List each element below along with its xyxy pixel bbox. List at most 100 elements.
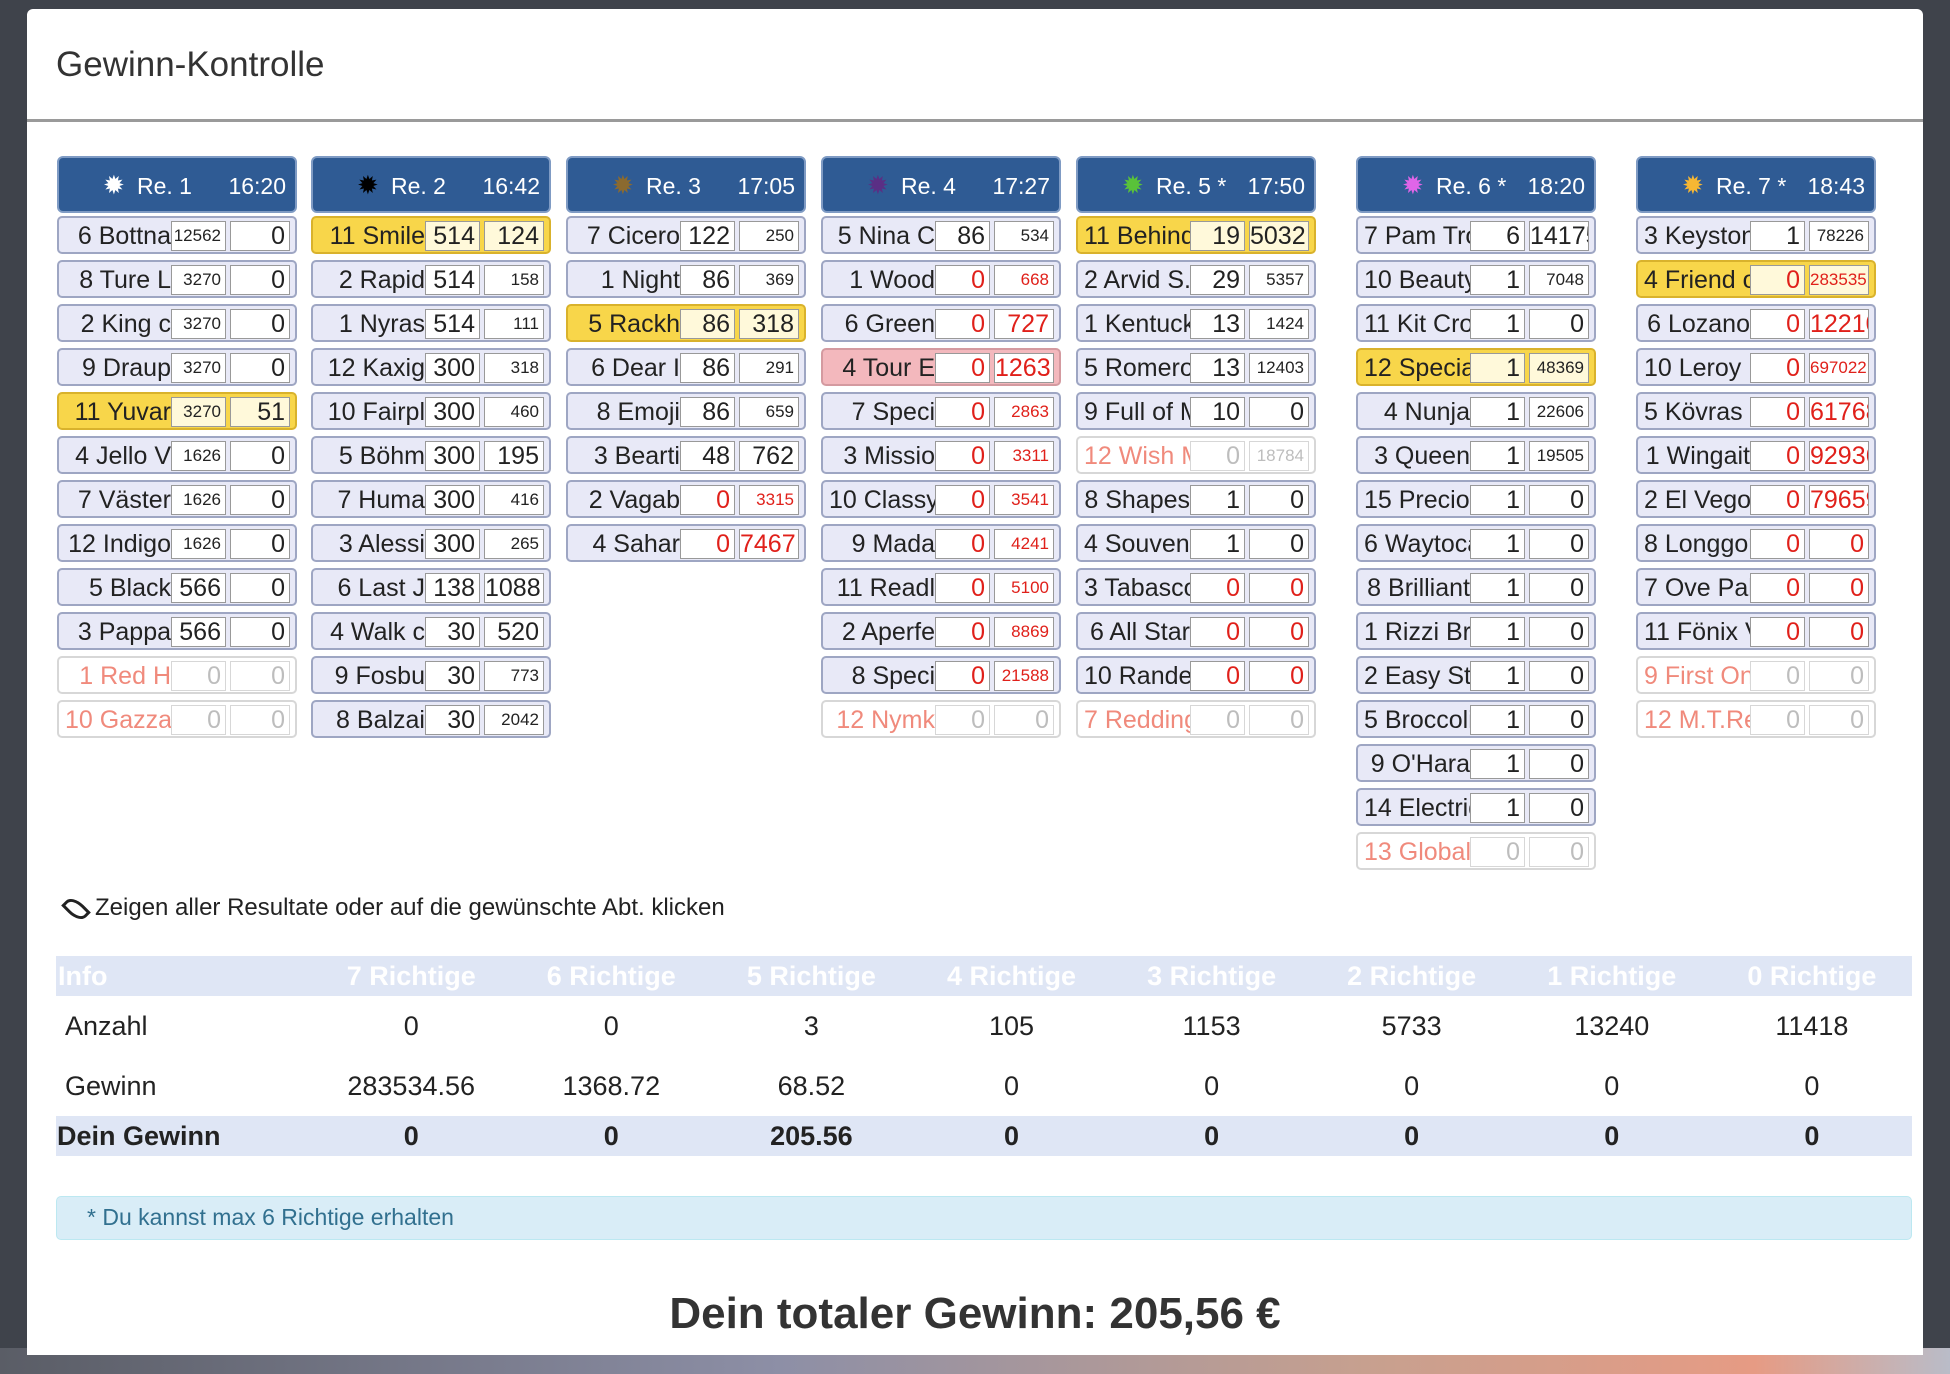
horse-row[interactable]: 11 Behind I195032 — [1076, 216, 1316, 254]
horse-row[interactable]: 4 Nunja 1 22606 — [1356, 392, 1596, 430]
horse-row[interactable]: 4 Jello V 1626 0 — [57, 436, 297, 474]
race-header[interactable]: ✹ Re. 2 16:42 — [311, 156, 551, 213]
horse-row[interactable]: 12 Special C148369 — [1356, 348, 1596, 386]
horse-row[interactable]: 2 Easy Sta10 — [1356, 656, 1596, 694]
horse-row[interactable]: 9 Draup 3270 0 — [57, 348, 297, 386]
value-box-1: 1 — [1190, 529, 1245, 559]
horse-row[interactable]: 3 Pappa 566 0 — [57, 612, 297, 650]
horse-row[interactable]: 1 Wingait0929363 — [1636, 436, 1876, 474]
race-header[interactable]: ✹ Re. 5 * 17:50 — [1076, 156, 1316, 213]
horse-row[interactable]: 12 M.T.Ree00 — [1636, 700, 1876, 738]
horse-row[interactable]: 11 Fönix Va00 — [1636, 612, 1876, 650]
race-header[interactable]: ✹ Re. 6 * 18:20 — [1356, 156, 1596, 213]
horse-row[interactable]: 3 Bearti 48 762 — [566, 436, 806, 474]
horse-row[interactable]: 5 Nina C 86 534 — [821, 216, 1061, 254]
horse-row[interactable]: 10 Leroy Bo0697022 — [1636, 348, 1876, 386]
horse-row[interactable]: 5 Broccoli 1 0 — [1356, 700, 1596, 738]
horse-row[interactable]: 11 Readl 0 5100 — [821, 568, 1061, 606]
value-box-2: 0 — [1809, 617, 1869, 647]
horse-row[interactable]: 5 Black 566 0 — [57, 568, 297, 606]
horse-row[interactable]: 6 Last J 138 1088 — [311, 568, 551, 606]
horse-row[interactable]: 1 Kentuck 13 1424 — [1076, 304, 1316, 342]
horse-row[interactable]: 2 Aperfe 0 8869 — [821, 612, 1061, 650]
horse-row[interactable]: 1 Wood 0 668 — [821, 260, 1061, 298]
horse-row[interactable]: 8 Balzai 30 2042 — [311, 700, 551, 738]
horse-row[interactable]: 4 Friend o 0 283535 — [1636, 260, 1876, 298]
horse-row[interactable]: 7 Ove Pale00 — [1636, 568, 1876, 606]
horse-row[interactable]: 8 Emoji 86 659 — [566, 392, 806, 430]
horse-row[interactable]: 11 Yuvar 3270 51 — [57, 392, 297, 430]
horse-row[interactable]: 1 Red H00 — [57, 656, 297, 694]
horse-row[interactable]: 15 Precious10 — [1356, 480, 1596, 518]
race-header[interactable]: ✹ Re. 4 17:27 — [821, 156, 1061, 213]
horse-row[interactable]: 3 Tabasco 0 0 — [1076, 568, 1316, 606]
horse-row[interactable]: 4 Sahar 0 7467 — [566, 524, 806, 562]
horse-row[interactable]: 5 Böhm 300 195 — [311, 436, 551, 474]
horse-row[interactable]: 5 Kövras J0617681 — [1636, 392, 1876, 430]
horse-row[interactable]: 12 Indigo 1626 0 — [57, 524, 297, 562]
show-all-results-link[interactable]: Zeigen aller Resultate oder auf die gewü… — [61, 894, 725, 924]
race-star-icon: ✹ — [1402, 170, 1424, 200]
horse-row[interactable]: 6 Green 0 727 — [821, 304, 1061, 342]
horse-row[interactable]: 9 First One00 — [1636, 656, 1876, 694]
value-box-2: 773 — [484, 661, 544, 691]
horse-row[interactable]: 12 Kaxig 300 318 — [311, 348, 551, 386]
horse-row[interactable]: 12 Nymk 0 0 — [821, 700, 1061, 738]
horse-row[interactable]: 2 King c 3270 0 — [57, 304, 297, 342]
horse-row[interactable]: 6 Dear I 86 291 — [566, 348, 806, 386]
horse-row[interactable]: 7 Väster 1626 0 — [57, 480, 297, 518]
value-box-1: 30 — [425, 661, 480, 691]
horse-row[interactable]: 7 Speci 0 2863 — [821, 392, 1061, 430]
horse-row[interactable]: 10 Beauty S17048 — [1356, 260, 1596, 298]
race-header[interactable]: ✹ Re. 1 16:20 — [57, 156, 297, 213]
horse-row[interactable]: 9 Mada 0 4241 — [821, 524, 1061, 562]
horse-row[interactable]: 1 Nyras 514 111 — [311, 304, 551, 342]
horse-row[interactable]: 9 Full of M 10 0 — [1076, 392, 1316, 430]
row-label: Dein Gewinn — [56, 1116, 312, 1156]
horse-row[interactable]: 1 Night 86 369 — [566, 260, 806, 298]
value-box-2: 2042 — [484, 705, 544, 735]
horse-row[interactable]: 2 Rapid 514 158 — [311, 260, 551, 298]
horse-row[interactable]: 2 El Vego0796597 — [1636, 480, 1876, 518]
horse-name: 2 Arvid S.I — [1084, 266, 1190, 294]
horse-row[interactable]: 7 Cicero 122 250 — [566, 216, 806, 254]
horse-row[interactable]: 11 Smile 514 124 — [311, 216, 551, 254]
horse-row[interactable]: 5 Romero 13 12403 — [1076, 348, 1316, 386]
horse-row[interactable]: 4 Tour E 0 1263 — [821, 348, 1061, 386]
horse-row[interactable]: 4 Souveni 1 0 — [1076, 524, 1316, 562]
horse-row[interactable]: 8 Shapes 1 0 — [1076, 480, 1316, 518]
horse-row[interactable]: 10 Randem00 — [1076, 656, 1316, 694]
horse-row[interactable]: 6 All Star 0 0 — [1076, 612, 1316, 650]
horse-row[interactable]: 5 Rackh 86 318 — [566, 304, 806, 342]
horse-row[interactable]: 10 Fairpl 300 460 — [311, 392, 551, 430]
horse-row[interactable]: 10 Classy 0 3541 — [821, 480, 1061, 518]
horse-row[interactable]: 7 Pam Tro614175 — [1356, 216, 1596, 254]
horse-row[interactable]: 8 Brilliant 1 0 — [1356, 568, 1596, 606]
horse-row[interactable]: 2 Vagab 0 3315 — [566, 480, 806, 518]
horse-row[interactable]: 7 Huma 300 416 — [311, 480, 551, 518]
horse-row[interactable]: 9 Fosbu 30 773 — [311, 656, 551, 694]
horse-row[interactable]: 12 Wish Me018784 — [1076, 436, 1316, 474]
race-header[interactable]: ✹ Re. 3 17:05 — [566, 156, 806, 213]
horse-row[interactable]: 2 Arvid S.I 29 5357 — [1076, 260, 1316, 298]
horse-row[interactable]: 3 Keyston 1 78226 — [1636, 216, 1876, 254]
horse-row[interactable]: 4 Walk c 30 520 — [311, 612, 551, 650]
horse-row[interactable]: 6 Waytoca 1 0 — [1356, 524, 1596, 562]
horse-row[interactable]: 8 Longgor 0 0 — [1636, 524, 1876, 562]
horse-row[interactable]: 8 Ture L 3270 0 — [57, 260, 297, 298]
horse-row[interactable]: 3 Queen 1 19505 — [1356, 436, 1596, 474]
horse-row[interactable]: 3 Alessi 300 265 — [311, 524, 551, 562]
race-header[interactable]: ✹ Re. 7 * 18:43 — [1636, 156, 1876, 213]
horse-row[interactable]: 14 Electriqu10 — [1356, 788, 1596, 826]
eye-icon — [61, 894, 91, 924]
horse-row[interactable]: 6 Bottna 12562 0 — [57, 216, 297, 254]
horse-row[interactable]: 8 Speci 0 21588 — [821, 656, 1061, 694]
horse-row[interactable]: 3 Missio 0 3311 — [821, 436, 1061, 474]
horse-row[interactable]: 1 Rizzi Bro10 — [1356, 612, 1596, 650]
horse-row[interactable]: 11 Kit Crow10 — [1356, 304, 1596, 342]
horse-row[interactable]: 6 Lozano0122106 — [1636, 304, 1876, 342]
horse-row[interactable]: 7 Redding 0 0 — [1076, 700, 1316, 738]
horse-row[interactable]: 9 O'Hara 1 0 — [1356, 744, 1596, 782]
horse-row[interactable]: 10 Gazza 0 0 — [57, 700, 297, 738]
horse-row[interactable]: 13 Global C00 — [1356, 832, 1596, 870]
